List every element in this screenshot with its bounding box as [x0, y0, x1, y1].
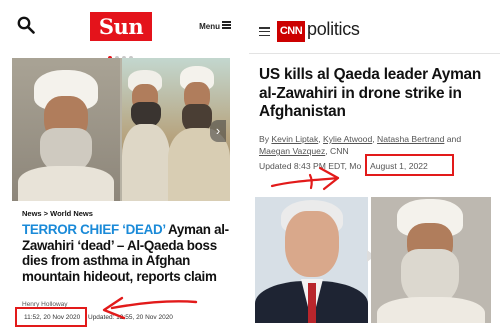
headline-kicker: TERROR CHIEF ‘DEAD’: [22, 222, 166, 237]
annotation-box-cnn-date: [365, 154, 454, 176]
sun-header: Sun Menu: [0, 0, 242, 60]
author-link[interactable]: Natasha Bertrand: [377, 134, 444, 144]
headline: TERROR CHIEF ‘DEAD’ Ayman al-Zawahiri ‘d…: [22, 222, 232, 284]
sun-logo[interactable]: Sun: [90, 12, 152, 41]
updated-time: Updated: 12:55, 20 Nov 2020: [88, 314, 173, 321]
carousel-next-icon[interactable]: ›: [210, 120, 226, 142]
author-link[interactable]: Kylie Atwood: [323, 134, 372, 144]
breadcrumb[interactable]: News > World News: [22, 209, 93, 218]
headline: US kills al Qaeda leader Ayman al-Zawahi…: [259, 66, 482, 120]
author-link[interactable]: Kevin Liptak: [271, 134, 318, 144]
zawahiri-photo: [371, 197, 491, 323]
cnn-header: CNN politics: [249, 0, 500, 54]
section-title[interactable]: politics: [307, 19, 360, 40]
article-hero-image: ›: [12, 58, 230, 201]
biden-photo: [255, 197, 368, 323]
menu-icon[interactable]: [222, 21, 231, 29]
byline-prefix: By: [259, 134, 272, 144]
cnn-logo[interactable]: CNN: [277, 21, 305, 42]
sun-article-screenshot: Sun Menu › News > World News TERROR CHIE…: [0, 0, 242, 332]
sun-logo-name: Sun: [98, 14, 144, 39]
search-icon[interactable]: [17, 16, 35, 34]
author-link[interactable]: Maegan Vazquez: [259, 146, 325, 156]
zawahiri-portrait: [12, 58, 120, 201]
updated-time: Updated 8:43 PM EDT, Mo: [259, 161, 362, 171]
menu-label[interactable]: Menu: [199, 22, 220, 31]
byline-suffix: , CNN: [325, 146, 349, 156]
annotation-box-sun-date: [15, 307, 87, 327]
hamburger-icon[interactable]: [259, 27, 270, 37]
